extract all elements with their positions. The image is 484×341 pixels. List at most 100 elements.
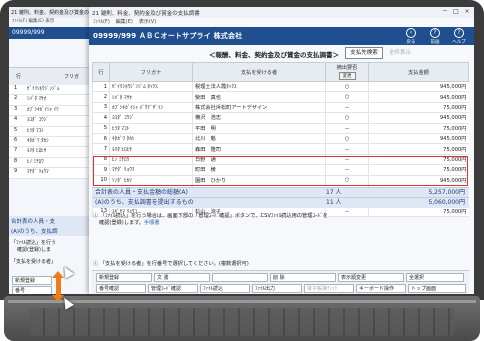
col-row: 行 (92, 62, 110, 82)
table-row[interactable]: 5 ﾋﾗﾀ ﾏｺﾄ 平田 明－ 75,000円 (92, 123, 469, 134)
row-number: 1 (92, 81, 110, 93)
table-header-row: 行 フリガナ 支払を受ける者 摘出要否 変更 支払金額 (92, 62, 469, 82)
back-row-kana: ﾏﾁﾀﾞ ﾘｮｳﾏ (27, 169, 49, 176)
col-payee: 支払を受ける者 (192, 62, 326, 82)
back-new-button[interactable]: 新規登録 (12, 276, 52, 285)
table-row[interactable]: 2 ｼﾊﾞﾀ ﾏｻｵ 柴田 真也 ○ 945,000円 (92, 91, 469, 103)
function-key-button[interactable]: ﾌｧｲﾙ読込 (200, 284, 250, 293)
back-row-kana: ｷﾀｶﾞﾜ ﾀｶｼ (27, 137, 49, 144)
function-key-button[interactable]: 新規登録 (96, 273, 152, 282)
table-row[interactable]: 7 ﾓﾘﾀ ﾋﾛﾋｻ 森田 隆司－ 75,000円 (92, 143, 469, 155)
row-payee: 園田 ひかり (192, 175, 326, 186)
summary-submit-row: (A)のうち、支払調書を提出するもの 11 人 5,060,000円 (92, 197, 469, 208)
function-key-panel: 新規登録文 書 削 除表示順変更 全選択 番号確認 管理ｺｰﾄﾞ確認 ﾌｧｲﾙ読込 ﾌｧｲ… (92, 270, 469, 294)
row-payee: 森田 隆司 (192, 143, 326, 155)
csv-note-text2: 確認(登録)します。 (99, 220, 145, 226)
maximize-button[interactable]: □ (451, 8, 461, 16)
csv-note-line1: ⓘ 「ﾌｧｲﾙ読込」を行う場合は、画面下部の「管理ｺｰﾄﾞ確認」ボタンで、CSV… (93, 213, 328, 219)
row-amount: 75,000円 (368, 102, 469, 114)
table-row[interactable]: 8 ﾋﾉ ﾐﾁﾛｳ 日野 通－ 75,000円 (92, 154, 469, 166)
col-kana: フリガナ (109, 62, 193, 82)
minimize-button[interactable]: － (440, 8, 450, 16)
menu-item[interactable]: ﾌｧｲﾙ(F) (93, 18, 110, 27)
payee-search-button[interactable]: 支払先検索 (345, 47, 383, 59)
function-key-button[interactable] (212, 273, 268, 282)
row-amount: 75,000円 (368, 164, 469, 176)
row-number: 5 (92, 123, 110, 134)
col-submit-flag: 摘出要否 変更 (325, 62, 369, 82)
prev-screen-button[interactable]: ? 前画 (424, 28, 446, 45)
function-key-button[interactable]: 表示順変更 (338, 273, 404, 282)
function-key-button[interactable]: キーボード操作 (356, 284, 406, 293)
row-number: 3 (92, 102, 110, 114)
function-key-button[interactable]: 削 除 (270, 273, 336, 282)
menu-item[interactable]: 表示(V) (139, 18, 156, 27)
table-row[interactable]: 3 ｶﾌﾞｼｷｶﾞｲｼｬ ﾊﾞｳﾃﾞｻﾞｲﾝ 株式会社浜松町アートデザイン－ 75,0… (92, 102, 469, 114)
close-button[interactable]: × (462, 8, 472, 16)
help-icon: ? (454, 28, 464, 38)
col-amount: 支払金額 (368, 62, 469, 82)
row-payee: 北川 魁 (192, 133, 326, 145)
back-row-no: 4 (14, 116, 18, 123)
back-row-kana: ﾋﾉ ﾐﾁﾛｳ (27, 158, 44, 165)
row-kana: ﾋﾗﾀ ﾏｺﾄ (109, 123, 193, 134)
summary-submit-label: (A)のうち、支払調書を提出するもの (95, 199, 194, 206)
window-title: 21 雑則、料金、契約金及び賞金の支払調書 (92, 10, 200, 17)
function-key-button[interactable]: トップ画面 (408, 284, 466, 293)
row-kana: ｶﾌﾞｼｷｶﾞｲｼｬ ﾊﾞｳﾃﾞｻﾞｲﾝ (109, 102, 193, 114)
summary-submit-amount: 5,060,000円 (428, 199, 465, 206)
back-row-no: 9 (14, 168, 18, 175)
row-amount: 945,000円 (368, 133, 469, 145)
row-payee: 平田 明 (192, 123, 326, 134)
row-submit-flag: － (325, 123, 369, 134)
back-button[interactable]: ‹ 戻る (400, 28, 422, 45)
change-button[interactable]: 変更 (338, 72, 356, 80)
row-kana: ｾﾞｲﾘｼﾎｳｼﾞﾝｼﾞﾑ ﾀｯｸｽ (109, 81, 193, 93)
back-row-no: 5 (14, 126, 18, 133)
function-key-button[interactable]: 番号確認 (96, 284, 146, 293)
table-row[interactable]: 6 ｷﾀｶﾞﾜ ﾀｶｼ 北川 魁 ○ 945,000円 (92, 133, 469, 145)
row-number: 4 (92, 112, 110, 124)
back-row-kana: ﾋﾗﾀ ﾏｺﾄ (27, 127, 44, 134)
help-button[interactable]: ? ヘルプ (448, 28, 470, 45)
row-kana: ｷﾀｶﾞﾜ ﾀｶｼ (109, 133, 193, 145)
function-key-button[interactable]: 管理ｺｰﾄﾞ確認 (148, 284, 198, 293)
window-titlebar: 21 雑則、料金、契約金及び賞金の支払調書 － □ × (89, 7, 474, 18)
help-button-label: ヘルプ (452, 40, 466, 45)
row-amount: 75,000円 (368, 143, 469, 155)
function-key-button[interactable]: 文 書 (154, 273, 210, 282)
row-number: 8 (92, 154, 110, 166)
back-row-kana: ｼﾊﾞﾀ ﾏｻｵ (27, 96, 47, 103)
row-payee: 柴田 真也 (192, 91, 326, 103)
table-row[interactable]: 1 ｾﾞｲﾘｼﾎｳｼﾞﾝｼﾞﾑ ﾀｯｸｽ 税理士法人霞ﾀｯｸｽ ○ 945,000円 (92, 81, 469, 93)
manual-link[interactable]: 手順書 (144, 220, 160, 226)
row-number: 6 (92, 133, 110, 145)
row-amount: 945,000円 (368, 91, 469, 103)
row-kana: ﾓﾘﾀ ﾋﾛﾋｻ (109, 143, 193, 155)
back-row-kana: ﾓﾘﾀ ﾋﾛﾋｻ (27, 148, 47, 155)
function-key-button[interactable]: 全選択 (406, 273, 464, 282)
back-number-button[interactable]: 番号 (12, 286, 52, 294)
row-number: 7 (92, 143, 110, 155)
menu-item[interactable]: 編集(E) (116, 18, 133, 27)
row-submit-flag: ○ (325, 112, 369, 124)
table-row[interactable]: 9 ﾏﾁﾀﾞ ﾘｮｳﾏ 町田 稜－ 75,000円 (92, 164, 469, 176)
screen-title: ＜報酬、料金、契約金及び賞金の支払調書＞ (209, 51, 339, 59)
row-number: 2 (92, 91, 110, 103)
select-note: ⓘ 「支払を受ける者」を行番号で選択してください。(複数選択可) (93, 261, 249, 267)
row-number: 10 (92, 175, 110, 186)
function-key-button[interactable]: ﾌｧｲﾙ出力 (252, 284, 302, 293)
show-all-link[interactable]: 全件表示 (389, 48, 411, 56)
menu-bar: ﾌｧｲﾙ(F) 編集(E) 表示(V) (89, 18, 474, 27)
laptop-screen: 21 雑則、料金、契約金及び賞金の支払調書 ﾌｧｲﾙ(F) 編集(E) 表示 0… (9, 7, 474, 294)
table-row[interactable]: 10 ｿﾉﾀﾞ ﾋｶﾘ 園田 ひかり ○ 945,000円 (92, 175, 469, 186)
app-header: 09999/999 ＡＢＣオートサプライ 株式会社 ‹ 戻る ? 前画 ? ヘル… (89, 27, 474, 45)
row-amount: 945,000円 (368, 81, 469, 93)
back-col-row: 行 (16, 74, 22, 80)
company-name: 09999/999 ＡＢＣオートサプライ 株式会社 (93, 32, 243, 40)
table-row[interactable]: 4 ﾖｺﾀﾞ ｺｳｼﾞ 横沢 浩志 ○ 945,000円 (92, 112, 469, 124)
function-key-button[interactable]: 電子帳簿ﾁｪｯｸ (304, 284, 354, 293)
back-col-kana: フリガ (64, 74, 80, 80)
back-row-no: 2 (14, 95, 18, 102)
back-note: 「ﾌｧｲﾙ読込」を行う 確認(登録)しま 「支払を受ける者」 (11, 239, 56, 265)
